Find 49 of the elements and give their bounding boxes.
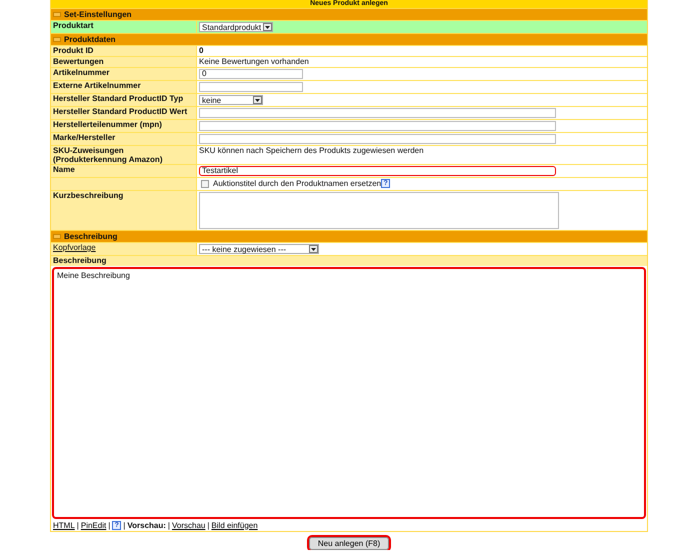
separator: | xyxy=(108,520,110,530)
section-header[interactable]: Produktdaten xyxy=(51,33,647,45)
field-label: Herstellerteilenummer (mpn) xyxy=(53,120,162,129)
preview-label: Vorschau: xyxy=(127,520,166,530)
text-field[interactable] xyxy=(199,82,303,92)
create-button[interactable]: Neu anlegen (F8) xyxy=(308,537,390,550)
editor-link[interactable]: Vorschau xyxy=(172,520,206,530)
field-value: 0 xyxy=(199,46,204,56)
field-label: Artikelnummer xyxy=(53,68,110,77)
text-field[interactable] xyxy=(199,108,556,118)
field-label: Externe Artikelnummer xyxy=(53,81,141,90)
field-label: Bewertungen xyxy=(53,57,104,66)
separator: | xyxy=(76,520,79,530)
field-value: SKU können nach Speichern des Produkts zugewiesen werden xyxy=(199,146,424,156)
field-label: Marke/Hersteller xyxy=(53,133,116,142)
field-label: Produkt ID xyxy=(53,46,94,55)
section-header[interactable]: Set-Einstellungen xyxy=(51,8,647,20)
dropdown-arrow-icon xyxy=(309,245,318,253)
text-field[interactable]: Testartikel xyxy=(199,166,556,176)
field-label: Hersteller Standard ProductID Wert xyxy=(53,107,188,116)
field-label: SKU-Zuweisungen (Produkterkennung Amazon) xyxy=(53,146,162,164)
separator: | xyxy=(123,520,126,530)
collapse-icon[interactable] xyxy=(53,37,61,42)
checkbox[interactable] xyxy=(201,180,209,188)
description-editor[interactable]: Meine Beschreibung xyxy=(52,267,646,519)
dropdown-arrow-icon xyxy=(263,23,272,31)
editor-link[interactable]: Bild einfügen xyxy=(211,520,258,530)
dropdown[interactable]: keine xyxy=(199,95,263,105)
text-field[interactable] xyxy=(199,134,556,144)
section-header[interactable]: Beschreibung xyxy=(51,230,647,242)
field-value: Keine Bewertungen vorhanden xyxy=(199,57,309,67)
field-label: Hersteller Standard ProductID Typ xyxy=(53,94,184,103)
collapse-icon[interactable] xyxy=(53,234,61,239)
field-label: Kurzbeschreibung xyxy=(53,191,124,200)
text-area[interactable] xyxy=(199,192,559,229)
dropdown[interactable]: Standardprodukt xyxy=(199,22,274,32)
editor-link[interactable]: PinEdit xyxy=(80,520,106,530)
field-label: Name xyxy=(53,165,75,174)
text-field[interactable] xyxy=(199,121,556,131)
dropdown[interactable]: --- keine zugewiesen --- xyxy=(199,244,319,254)
separator: | xyxy=(168,520,170,530)
text-field[interactable]: 0 xyxy=(199,69,303,79)
separator: | xyxy=(207,520,210,530)
field-label: Produktart xyxy=(53,21,94,30)
collapse-icon[interactable] xyxy=(53,12,61,17)
checkbox-label: Auktionstitel durch den Produktnamen ersetzen xyxy=(213,179,382,189)
editor-link[interactable]: HTML xyxy=(53,520,75,530)
dropdown-arrow-icon xyxy=(253,96,262,104)
field-label: Beschreibung xyxy=(53,256,106,265)
